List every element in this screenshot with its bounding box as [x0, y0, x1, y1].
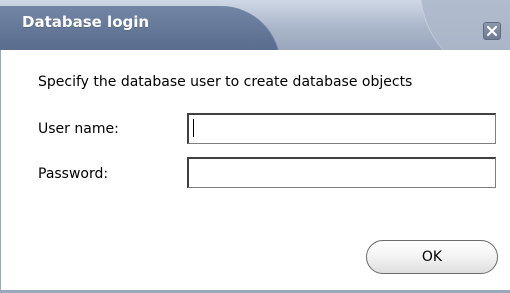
close-icon: [487, 26, 497, 36]
password-label: Password:: [38, 166, 109, 182]
text-caret: [193, 119, 194, 137]
close-button[interactable]: [483, 22, 501, 40]
user-name-label: User name:: [38, 121, 119, 137]
database-login-dialog: Database login Specify the database user…: [0, 0, 510, 293]
title-bar[interactable]: Database login: [0, 0, 510, 50]
user-name-field[interactable]: [187, 113, 496, 144]
password-field[interactable]: [187, 157, 496, 188]
ok-button[interactable]: OK: [366, 240, 498, 274]
dialog-title: Database login: [22, 13, 150, 31]
instruction-text: Specify the database user to create data…: [38, 74, 413, 90]
